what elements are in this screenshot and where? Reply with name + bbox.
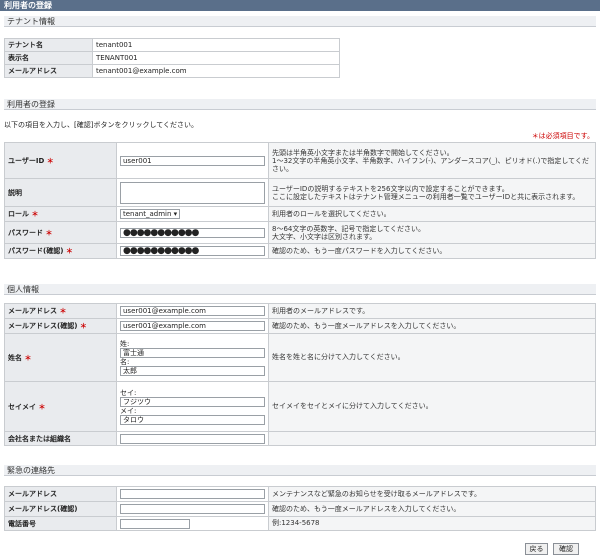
- user-id-note: 先頭は半角英小文字または半角数字で開始してください。 1〜32文字の半角英小文字、…: [268, 142, 596, 179]
- tenant-name-label: テナント名: [4, 38, 93, 52]
- emergency-email-confirm-label: メールアドレス(確認): [4, 501, 117, 517]
- mei-input[interactable]: 太郎: [120, 365, 265, 376]
- phone-note: 例:1234-5678: [268, 516, 596, 531]
- name-note: 姓名を姓と名に分けて入力してください。: [268, 333, 596, 382]
- emergency-email-label: メールアドレス: [4, 486, 117, 502]
- company-input[interactable]: [120, 433, 265, 444]
- personal-email-note: 利用者のメールアドレスです。: [268, 303, 596, 319]
- tenant-section-heading: テナント情報: [4, 16, 596, 27]
- chevron-down-icon: ▾: [173, 210, 178, 218]
- role-select[interactable]: tenant_admin ▾: [120, 209, 181, 219]
- password-confirm-note: 確認のため、もう一度パスワードを入力してください。: [268, 243, 596, 259]
- tenant-email-value: tenant001@example.com: [92, 64, 340, 78]
- description-note: ユーザーIDの説明するテキストを256文字以内で設定することができます。 ここに設…: [268, 178, 596, 207]
- emergency-email-input[interactable]: [120, 489, 265, 499]
- display-name-value: TENANT001: [92, 51, 340, 65]
- user-reg-section-heading: 利用者の登録: [4, 99, 596, 110]
- description-label: 説明: [4, 178, 117, 207]
- mei-label: 名:: [120, 357, 130, 366]
- instruction-text: 以下の項目を入力し、[確認]ボタンをクリックしてください。: [4, 121, 199, 129]
- phone-label: 電話番号: [4, 516, 117, 531]
- tenant-email-label: メールアドレス: [4, 64, 93, 78]
- window-title: 利用者の登録: [0, 0, 600, 11]
- emergency-email-note: メンテナンスなど緊急のお知らせを受け取るメールアドレスです。: [268, 486, 596, 502]
- personal-section-heading: 個人情報: [4, 284, 596, 295]
- sei-input[interactable]: 富士通: [120, 347, 265, 358]
- personal-email-confirm-note: 確認のため、もう一度メールアドレスを入力してください。: [268, 318, 596, 334]
- sei-kana-input[interactable]: フジツウ: [120, 396, 265, 407]
- sei-label: 姓:: [120, 339, 130, 348]
- description-input[interactable]: [120, 181, 265, 204]
- required-note: ＊は必須項目です。: [531, 132, 594, 140]
- user-reg-table: ユーザーID ＊ user001 先頭は半角英小文字または半角数字で開始してくだ…: [4, 142, 596, 259]
- personal-email-label: メールアドレス ＊: [4, 303, 117, 319]
- mei-kana-input[interactable]: タロウ: [120, 414, 265, 425]
- role-label: ロール ＊: [4, 206, 117, 222]
- tenant-name-value: tenant001: [92, 38, 340, 52]
- personal-email-confirm-label: メールアドレス(確認) ＊: [4, 318, 117, 334]
- personal-email-confirm-input[interactable]: user001@example.com: [120, 321, 265, 331]
- password-confirm-label: パスワード(確認) ＊: [4, 243, 117, 259]
- back-button[interactable]: 戻る: [525, 543, 548, 555]
- personal-email-input[interactable]: user001@example.com: [120, 306, 265, 316]
- password-confirm-input[interactable]: ●●●●●●●●●●●: [120, 246, 265, 256]
- kana-note: セイメイをセイとメイに分けて入力してください。: [268, 381, 596, 432]
- emergency-table: メールアドレス メンテナンスなど緊急のお知らせを受け取るメールアドレスです。 メ…: [4, 486, 596, 531]
- phone-input[interactable]: [120, 518, 190, 529]
- password-note: 8〜64文字の英数字、記号で指定してください。 大文字、小文字は区別されます。: [268, 221, 596, 244]
- company-label: 会社名または組織名: [4, 431, 117, 446]
- user-id-label: ユーザーID ＊: [4, 142, 117, 179]
- sei-kana-label: セイ:: [120, 388, 137, 397]
- name-label: 姓名 ＊: [4, 333, 117, 382]
- confirm-button[interactable]: 確認: [553, 543, 579, 555]
- emergency-email-confirm-input[interactable]: [120, 504, 265, 514]
- password-label: パスワード ＊: [4, 221, 117, 244]
- user-id-input[interactable]: user001: [120, 155, 265, 166]
- display-name-label: 表示名: [4, 51, 93, 65]
- emergency-email-confirm-note: 確認のため、もう一度メールアドレスを入力してください。: [268, 501, 596, 517]
- emergency-section-heading: 緊急の連絡先: [4, 465, 596, 476]
- tenant-table: テナント名 tenant001 表示名 TENANT001 メールアドレス tenan…: [4, 38, 340, 78]
- mei-kana-label: メイ:: [120, 406, 137, 415]
- role-note: 利用者のロールを選択してください。: [268, 206, 596, 222]
- kana-label: セイメイ ＊: [4, 381, 117, 432]
- personal-table: メールアドレス ＊ user001@example.com 利用者のメールアドレ…: [4, 303, 596, 446]
- password-input[interactable]: ●●●●●●●●●●●: [120, 227, 265, 238]
